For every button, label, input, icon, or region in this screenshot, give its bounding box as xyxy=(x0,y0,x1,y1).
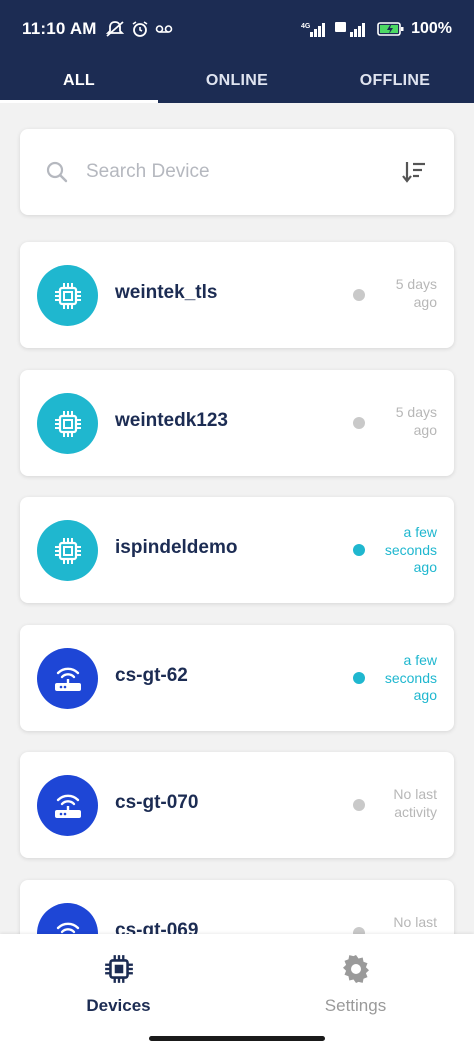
status-time: 11:10 AM xyxy=(22,19,97,38)
search-icon xyxy=(46,161,68,183)
last-activity: No last activity xyxy=(367,786,437,821)
last-activity-line: ago xyxy=(413,293,437,310)
last-activity-line: No last xyxy=(393,914,437,930)
chip-icon xyxy=(102,952,136,986)
chip-icon xyxy=(37,265,98,326)
last-activity-line: seconds xyxy=(384,541,437,558)
status-dot xyxy=(353,799,365,811)
chip-icon xyxy=(37,520,98,581)
voicemail-icon xyxy=(155,23,173,35)
last-activity-line: seconds xyxy=(384,669,437,686)
alarm-icon xyxy=(131,20,149,38)
router-icon xyxy=(37,775,98,836)
mute-icon xyxy=(105,20,125,38)
last-activity-line: activity xyxy=(394,803,437,820)
router-icon xyxy=(37,648,98,709)
device-card[interactable]: cs-gt-62 a few seconds ago xyxy=(20,625,454,731)
device-name: weintek_tls xyxy=(115,282,218,303)
last-activity-line: a few xyxy=(403,652,437,668)
last-activity-line: 5 days xyxy=(395,276,437,292)
status-dot xyxy=(353,544,365,556)
last-activity-line: ago xyxy=(413,687,437,703)
nav-settings[interactable]: Settings xyxy=(237,934,474,1034)
nav-devices-label: Devices xyxy=(86,996,151,1015)
device-name: weintedk123 xyxy=(115,410,228,431)
status-dot xyxy=(353,289,365,301)
filter-tabs: ALL ONLINE OFFLINE xyxy=(0,58,474,103)
app-header: 11:10 AM 4G 100% ALL ONLINE OFFLINE xyxy=(0,0,474,103)
device-name: cs-gt-070 xyxy=(115,792,199,813)
home-indicator xyxy=(149,1036,325,1041)
sort-descending-icon[interactable] xyxy=(400,158,428,186)
last-activity: 5 days ago xyxy=(367,276,437,311)
nav-settings-label: Settings xyxy=(324,996,387,1015)
status-bar: 11:10 AM 4G 100% xyxy=(0,0,474,58)
device-card[interactable]: cs-gt-070 No last activity xyxy=(20,752,454,858)
last-activity: 5 days ago xyxy=(367,404,437,439)
last-activity-line: ago xyxy=(413,421,437,438)
last-activity: a few seconds ago xyxy=(367,652,437,705)
device-name: ispindeldemo xyxy=(115,537,238,558)
gear-icon xyxy=(339,952,373,986)
tab-all[interactable]: ALL xyxy=(0,58,158,103)
status-dot xyxy=(353,672,365,684)
last-activity: a few seconds ago xyxy=(367,524,437,577)
battery-percentage: 100% xyxy=(411,20,452,37)
tab-offline[interactable]: OFFLINE xyxy=(316,58,474,103)
last-activity-line: ago xyxy=(413,559,437,575)
search-input[interactable] xyxy=(86,161,400,183)
tab-online[interactable]: ONLINE xyxy=(158,58,316,103)
device-name: cs-gt-62 xyxy=(115,665,188,686)
device-card[interactable]: ispindeldemo a few seconds ago xyxy=(20,497,454,603)
svg-text:4G: 4G xyxy=(301,23,311,30)
search-bar xyxy=(20,129,454,215)
volte-signal-icon xyxy=(335,21,371,37)
chip-icon xyxy=(37,393,98,454)
device-card[interactable]: weintedk123 5 days ago xyxy=(20,370,454,476)
nav-devices[interactable]: Devices xyxy=(0,934,237,1034)
battery-charging-icon xyxy=(377,21,405,37)
device-card[interactable]: weintek_tls 5 days ago xyxy=(20,242,454,348)
last-activity-line: 5 days xyxy=(395,404,437,420)
last-activity: No last xyxy=(367,914,437,932)
last-activity-line: a few xyxy=(403,524,437,540)
status-dot xyxy=(353,417,365,429)
signal-4g-icon: 4G xyxy=(301,21,329,37)
last-activity-line: No last xyxy=(393,786,437,802)
